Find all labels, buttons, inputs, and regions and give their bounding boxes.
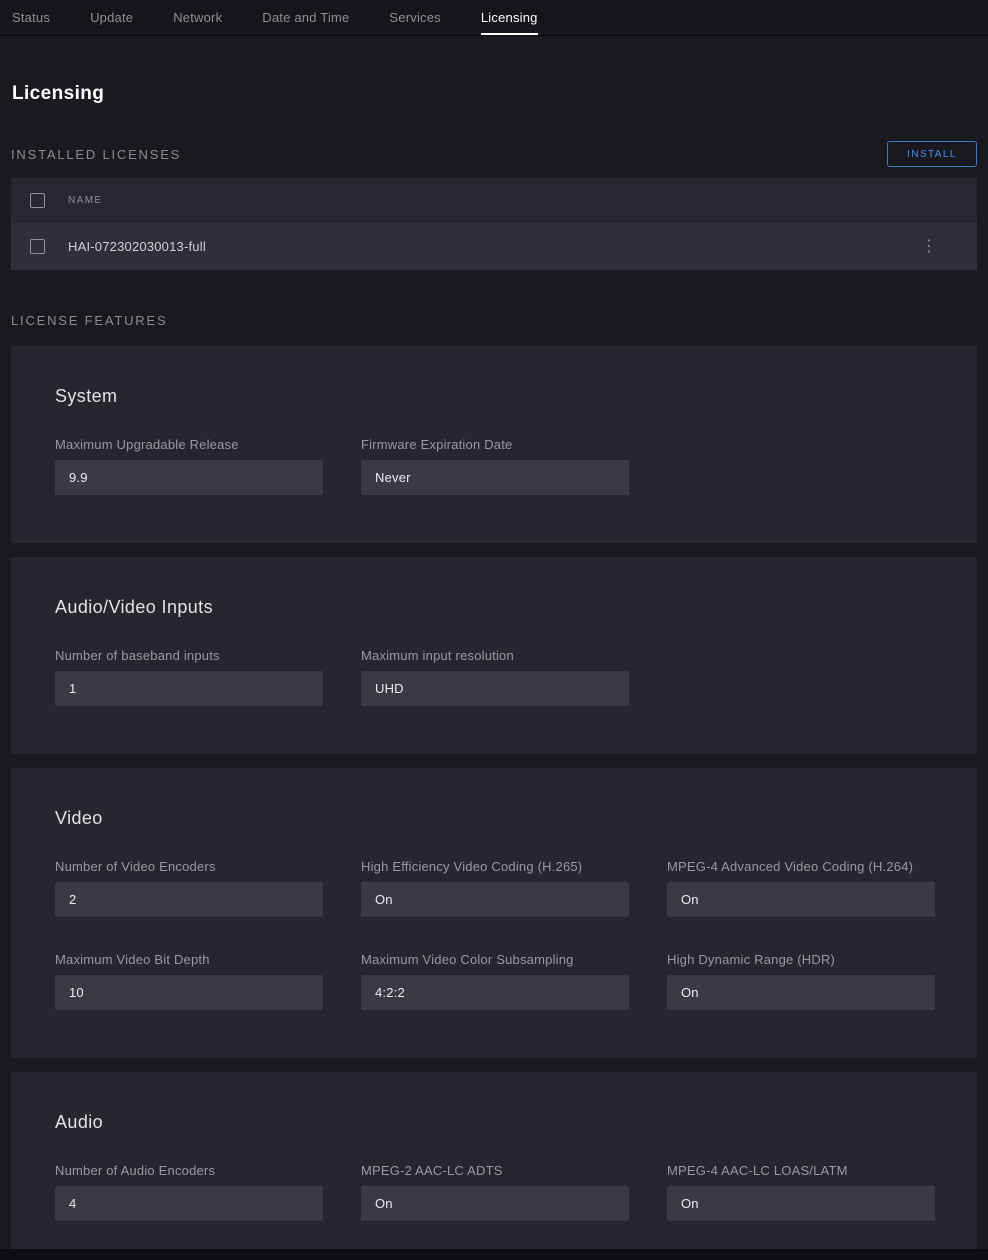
- tab-date-and-time[interactable]: Date and Time: [262, 0, 349, 35]
- field-value: 4:2:2: [361, 975, 629, 1010]
- licenses-table: NAME HAI-072302030013-full ⋮: [11, 178, 977, 270]
- field-label: Number of baseband inputs: [55, 649, 323, 663]
- fields-grid: Number of Audio Encoders 4 MPEG-2 AAC-LC…: [55, 1164, 933, 1221]
- field-hevc: High Efficiency Video Coding (H.265) On: [361, 860, 629, 917]
- field-color-subsampling: Maximum Video Color Subsampling 4:2:2: [361, 953, 629, 1010]
- field-baseband-inputs: Number of baseband inputs 1: [55, 649, 323, 706]
- field-label: High Dynamic Range (HDR): [667, 953, 935, 967]
- bottom-edge: [0, 1249, 988, 1260]
- license-features-heading: LICENSE FEATURES: [11, 313, 167, 328]
- field-label: Number of Audio Encoders: [55, 1164, 323, 1178]
- field-audio-encoders: Number of Audio Encoders 4: [55, 1164, 323, 1221]
- row-menu-kebab-icon[interactable]: ⋮: [917, 237, 941, 257]
- field-value: Never: [361, 460, 629, 495]
- field-bit-depth: Maximum Video Bit Depth 10: [55, 953, 323, 1010]
- main-content: Licensing INSTALLED LICENSES INSTALL NAM…: [0, 83, 988, 1260]
- field-value: On: [361, 1186, 629, 1221]
- field-max-input-resolution: Maximum input resolution UHD: [361, 649, 629, 706]
- field-value: 4: [55, 1186, 323, 1221]
- field-label: MPEG-2 AAC-LC ADTS: [361, 1164, 629, 1178]
- field-hdr: High Dynamic Range (HDR) On: [667, 953, 935, 1010]
- fields-grid: Maximum Upgradable Release 9.9 Firmware …: [55, 438, 933, 495]
- fields-grid: Number of baseband inputs 1 Maximum inpu…: [55, 649, 933, 706]
- card-av-inputs: Audio/Video Inputs Number of baseband in…: [11, 557, 977, 754]
- field-value: 2: [55, 882, 323, 917]
- page-title: Licensing: [12, 83, 977, 105]
- field-firmware-expiration: Firmware Expiration Date Never: [361, 438, 629, 495]
- card-title: Audio/Video Inputs: [55, 597, 933, 617]
- license-name: HAI-072302030013-full: [68, 239, 206, 254]
- field-label: Maximum Video Color Subsampling: [361, 953, 629, 967]
- field-value: UHD: [361, 671, 629, 706]
- field-video-encoders: Number of Video Encoders 2: [55, 860, 323, 917]
- field-value: On: [361, 882, 629, 917]
- field-label: Maximum Video Bit Depth: [55, 953, 323, 967]
- field-value: 1: [55, 671, 323, 706]
- field-label: High Efficiency Video Coding (H.265): [361, 860, 629, 874]
- field-value: On: [667, 975, 935, 1010]
- field-label: Number of Video Encoders: [55, 860, 323, 874]
- tab-status[interactable]: Status: [12, 0, 50, 35]
- tab-licensing[interactable]: Licensing: [481, 0, 538, 35]
- name-column-header: NAME: [68, 195, 103, 206]
- field-value: 9.9: [55, 460, 323, 495]
- card-system: System Maximum Upgradable Release 9.9 Fi…: [11, 346, 977, 543]
- tab-services[interactable]: Services: [389, 0, 440, 35]
- field-label: Maximum input resolution: [361, 649, 629, 663]
- install-button[interactable]: INSTALL: [887, 141, 977, 167]
- field-label: Maximum Upgradable Release: [55, 438, 323, 452]
- installed-licenses-header-row: INSTALLED LICENSES INSTALL: [11, 141, 977, 167]
- tab-network[interactable]: Network: [173, 0, 222, 35]
- card-title: Audio: [55, 1112, 933, 1132]
- fields-grid: Number of Video Encoders 2 High Efficien…: [55, 860, 933, 1010]
- card-video: Video Number of Video Encoders 2 High Ef…: [11, 768, 977, 1058]
- licenses-table-header: NAME: [11, 178, 977, 223]
- top-nav: Status Update Network Date and Time Serv…: [0, 0, 988, 36]
- license-features-header-row: LICENSE FEATURES: [11, 307, 977, 333]
- card-title: System: [55, 386, 933, 406]
- select-all-checkbox[interactable]: [30, 193, 45, 208]
- installed-licenses-heading: INSTALLED LICENSES: [11, 147, 181, 162]
- field-max-upgradable-release: Maximum Upgradable Release 9.9: [55, 438, 323, 495]
- field-avc: MPEG-4 Advanced Video Coding (H.264) On: [667, 860, 935, 917]
- card-title: Video: [55, 808, 933, 828]
- field-value: 10: [55, 975, 323, 1010]
- field-label: MPEG-4 Advanced Video Coding (H.264): [667, 860, 935, 874]
- field-aac-loas: MPEG-4 AAC-LC LOAS/LATM On: [667, 1164, 935, 1221]
- table-row[interactable]: HAI-072302030013-full ⋮: [11, 223, 977, 270]
- field-label: Firmware Expiration Date: [361, 438, 629, 452]
- field-value: On: [667, 882, 935, 917]
- field-value: On: [667, 1186, 935, 1221]
- tab-update[interactable]: Update: [90, 0, 133, 35]
- row-checkbox[interactable]: [30, 239, 45, 254]
- field-label: MPEG-4 AAC-LC LOAS/LATM: [667, 1164, 935, 1178]
- licensing-page: Status Update Network Date and Time Serv…: [0, 0, 988, 1260]
- card-audio: Audio Number of Audio Encoders 4 MPEG-2 …: [11, 1072, 977, 1260]
- field-aac-adts: MPEG-2 AAC-LC ADTS On: [361, 1164, 629, 1221]
